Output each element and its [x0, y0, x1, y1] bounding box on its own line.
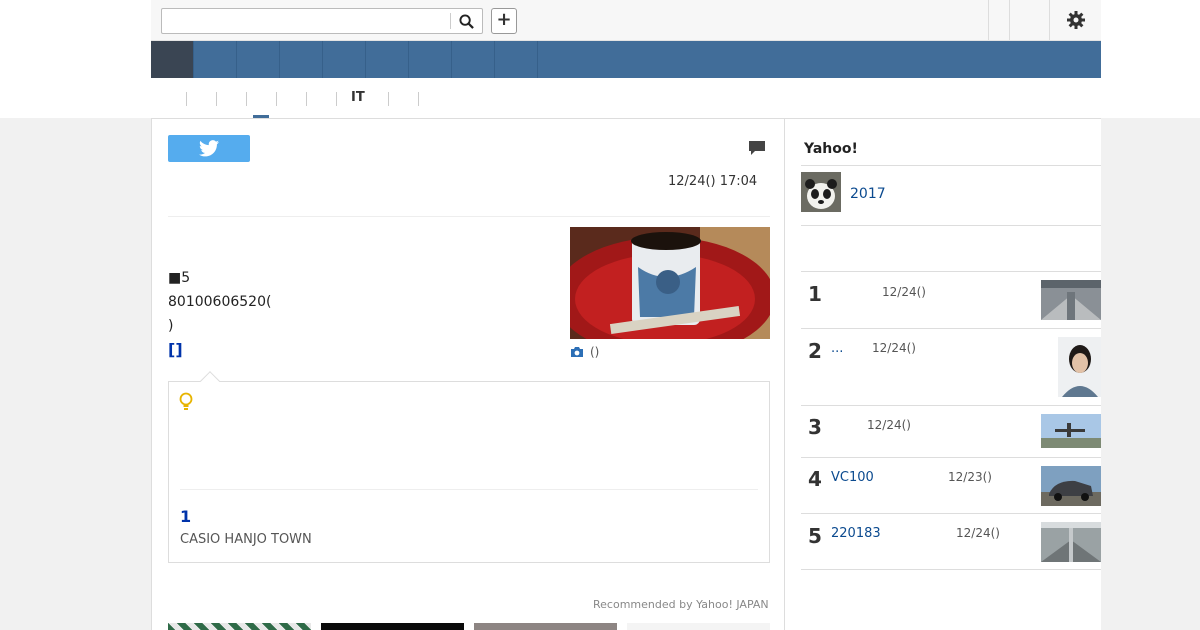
- ranking-title[interactable]: VC100: [831, 470, 874, 485]
- header-bar: +: [151, 0, 1101, 41]
- lightbulb-icon: [179, 392, 193, 410]
- photo-caption-text: (): [590, 345, 600, 359]
- article-body: ■5 80100606520( ) []: [168, 266, 271, 362]
- subnav-item[interactable]: [388, 92, 389, 106]
- twitter-share-button[interactable]: [168, 135, 250, 162]
- ranking-thumbnail[interactable]: [1041, 280, 1101, 320]
- ranking-thumbnail[interactable]: [1041, 414, 1101, 448]
- divider: [801, 569, 1101, 570]
- article-panel: 12/24() 17:04 ■5 80100606520( ) [] () 1 …: [151, 118, 785, 630]
- category-nav: [151, 41, 1101, 78]
- sub-nav: IT: [151, 78, 1101, 118]
- search-input[interactable]: [163, 10, 448, 32]
- header-divider: [1049, 0, 1050, 40]
- gear-icon[interactable]: [1066, 10, 1086, 30]
- article-date: 12/24() 17:04: [668, 174, 758, 189]
- ranking-date: 12/24(): [882, 285, 926, 299]
- nav-item[interactable]: [409, 41, 452, 78]
- tip-box: 1 CASIO HANJO TOWN: [168, 371, 770, 563]
- plus-icon: +: [496, 9, 512, 30]
- header-divider: [988, 0, 989, 40]
- nav-item[interactable]: [452, 41, 495, 78]
- subnav-item[interactable]: [418, 92, 419, 106]
- ranking-number: 2: [808, 339, 822, 363]
- ranking-item[interactable]: 1 12/24(): [801, 272, 1101, 328]
- recommended-thumbnail[interactable]: [321, 623, 464, 630]
- nav-item[interactable]: [194, 41, 237, 78]
- nav-item[interactable]: [495, 41, 538, 78]
- body-line: 80100606520(: [168, 294, 272, 310]
- ranking-thumbnail[interactable]: [1041, 466, 1101, 506]
- body-line: ): [168, 318, 174, 334]
- subnav-item[interactable]: [216, 92, 217, 106]
- body-line: ■5: [168, 270, 191, 286]
- nav-item[interactable]: [280, 41, 323, 78]
- subnav-item[interactable]: [276, 92, 277, 106]
- subnav-item[interactable]: [246, 92, 247, 106]
- sidebar: Yahoo! 2017 1 12/24() 2 ... 12/24() 3 12…: [785, 118, 1101, 630]
- nav-item[interactable]: [237, 41, 280, 78]
- add-button[interactable]: +: [491, 8, 517, 34]
- subnav-item[interactable]: [336, 92, 337, 106]
- ranking-title[interactable]: 220183: [831, 526, 881, 541]
- subnav-item[interactable]: [186, 92, 187, 106]
- ranking-number: 1: [808, 282, 822, 306]
- search-box: [161, 8, 483, 34]
- ranking-number: 5: [808, 524, 822, 548]
- search-icon: [458, 13, 474, 29]
- ranking-date: 12/24(): [867, 418, 911, 432]
- ranking-number: 4: [808, 467, 822, 491]
- subnav-item-it[interactable]: IT: [351, 90, 365, 105]
- recommended-thumbnail[interactable]: [168, 623, 311, 630]
- ranking-item[interactable]: 2 ... 12/24(): [801, 329, 1101, 405]
- ranking-item[interactable]: 3 12/24(): [801, 406, 1101, 457]
- ranking-date: 12/23(): [948, 470, 992, 484]
- divider: [168, 216, 770, 217]
- tip-arrow: [200, 371, 220, 391]
- article-link[interactable]: []: [168, 338, 271, 362]
- recommended-thumbnail[interactable]: [474, 623, 617, 630]
- header-divider: [1009, 0, 1010, 40]
- recommended-thumbnail[interactable]: [627, 623, 770, 630]
- tip-count[interactable]: 1: [180, 507, 191, 526]
- divider: [801, 225, 1101, 226]
- comment-icon[interactable]: [748, 139, 766, 157]
- ranking-number: 3: [808, 415, 822, 439]
- nav-item-active[interactable]: [151, 41, 194, 78]
- twitter-icon: [199, 140, 219, 157]
- article-photo[interactable]: [570, 227, 770, 339]
- sidebar-heading: Yahoo!: [804, 141, 858, 157]
- search-button[interactable]: [450, 9, 482, 33]
- divider: [180, 489, 758, 490]
- ranking-item[interactable]: 4 VC100 12/23(): [801, 458, 1101, 513]
- tip-organization: CASIO HANJO TOWN: [180, 532, 312, 547]
- ranking-date: 12/24(): [872, 341, 916, 355]
- ranking-date: 12/24(): [956, 526, 1000, 540]
- subnav-item[interactable]: [306, 92, 307, 106]
- recommended-label: Recommended by Yahoo! JAPAN: [593, 598, 769, 611]
- ranking-thumbnail[interactable]: [1041, 522, 1101, 562]
- ranking-thumbnail[interactable]: [1058, 337, 1101, 397]
- featured-link[interactable]: 2017: [850, 186, 886, 202]
- ranking-title[interactable]: ...: [831, 341, 843, 356]
- photo-caption: (): [570, 345, 599, 359]
- camera-icon: [571, 347, 583, 357]
- ranking-item[interactable]: 5 220183 12/24(): [801, 514, 1101, 569]
- panda-thumbnail[interactable]: [801, 172, 841, 212]
- nav-item[interactable]: [366, 41, 409, 78]
- nav-item[interactable]: [323, 41, 366, 78]
- divider: [801, 165, 1101, 166]
